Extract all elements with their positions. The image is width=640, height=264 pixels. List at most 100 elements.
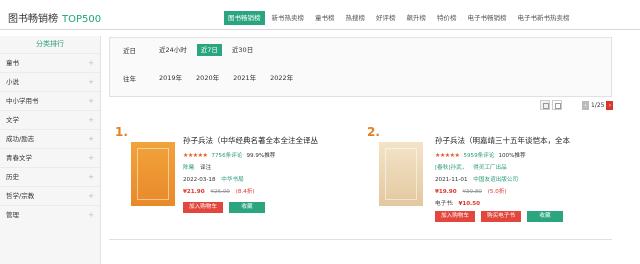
filter-2022[interactable]: 2022年 — [266, 72, 297, 84]
sidebar-item-label: 哲学/宗教 — [6, 192, 35, 200]
sidebar-item-children[interactable]: 童书 + — [0, 53, 100, 72]
review-count[interactable]: 7756条评论 — [211, 151, 242, 159]
discount: (8.4折) — [235, 189, 255, 195]
book-cover[interactable] — [131, 142, 175, 206]
author-link[interactable]: [春秋]孙武， — [435, 165, 467, 171]
ebook-label: 电子书: — [435, 201, 454, 207]
plus-icon: + — [88, 173, 94, 181]
sidebar-item-label: 童书 — [6, 59, 19, 67]
price: ¥19.90 — [435, 189, 457, 195]
tab-new-books[interactable]: 新书热卖榜 — [268, 11, 309, 25]
sidebar-item-label: 小说 — [6, 78, 19, 86]
rank-number: 1. — [115, 125, 128, 139]
sidebar-item-philosophy[interactable]: 哲学/宗教 + — [0, 186, 100, 205]
original-price: ¥39.80 — [462, 189, 482, 195]
add-to-cart-button[interactable]: 加入购物车 — [183, 202, 223, 213]
author-extra[interactable]: 得灵工厂出品 — [473, 165, 507, 171]
author-role: 译注 — [199, 165, 212, 171]
view-toggle — [540, 99, 564, 111]
sidebar-item-literature[interactable]: 文学 + — [0, 110, 100, 129]
publish-row: 2021-11-01 中国友谊出版公司 — [435, 175, 613, 183]
publisher-link[interactable]: 中华书局 — [221, 177, 243, 183]
book-info: 孙子兵法（中华经典名著全本全注全译丛 ★★★★★ 7756条评论 99.9%推荐… — [183, 136, 361, 213]
sidebar-item-label: 管理 — [6, 211, 19, 219]
publisher-link[interactable]: 中国友谊出版公司 — [473, 177, 518, 183]
sidebar-title: 分类排行 — [36, 40, 64, 48]
ranking-tabs: 图书畅销榜 新书热卖榜 童书榜 热搜榜 好评榜 飙升榜 特价榜 电子书畅销榜 电… — [224, 11, 574, 25]
discount: (5.0折) — [487, 189, 507, 195]
tab-children[interactable]: 童书榜 — [311, 11, 339, 25]
next-page-icon[interactable]: › — [606, 100, 614, 110]
plus-icon: + — [88, 116, 94, 124]
sidebar-item-school[interactable]: 中小学用书 + — [0, 91, 100, 110]
price-row: ¥19.90 ¥39.80 (5.0折) — [435, 187, 613, 195]
book-list: 1. 孙子兵法（中华经典名著全本全注全译丛 ★★★★★ 7756条评论 99.9… — [109, 118, 612, 240]
title-subtitle: TOP500 — [62, 14, 102, 25]
top-header: 图书畅销榜 TOP500 图书畅销榜 新书热卖榜 童书榜 热搜榜 好评榜 飙升榜 … — [0, 0, 640, 30]
tab-bestseller[interactable]: 图书畅销榜 — [224, 11, 265, 25]
sidebar-item-label: 文学 — [6, 116, 19, 124]
rating-row: ★★★★★ 7756条评论 99.9%推荐 — [183, 151, 361, 160]
sidebar-item-label: 青春文学 — [6, 154, 32, 162]
sidebar-item-history[interactable]: 历史 + — [0, 167, 100, 186]
page-indicator: 1/25 — [591, 101, 605, 109]
tab-special-price[interactable]: 特价榜 — [433, 11, 461, 25]
publish-date: 2021-11-01 — [435, 177, 468, 183]
list-item: 2. 孙子兵法（明嘉靖三十五年谈恺本，全本 ★★★★★ 5959条评论 100%… — [361, 118, 611, 236]
favorite-button[interactable]: 收藏 — [228, 202, 265, 213]
plus-icon: + — [88, 78, 94, 86]
price-row: ¥21.90 ¥26.00 (8.4折) — [183, 187, 361, 195]
action-row: 加入购物车 购买电子书 收藏 — [435, 211, 613, 222]
book-title[interactable]: 孙子兵法（中华经典名著全本全注全译丛 — [183, 136, 361, 146]
sidebar-item-label: 中小学用书 — [6, 97, 39, 105]
sidebar-item-youth[interactable]: 青春文学 + — [0, 148, 100, 167]
past-label: 往年 — [123, 75, 136, 83]
sidebar-item-management[interactable]: 管理 + — [0, 205, 100, 224]
tab-ebook-new[interactable]: 电子书新书热卖榜 — [514, 11, 574, 25]
plus-icon: + — [88, 154, 94, 162]
list-view-icon[interactable] — [552, 100, 562, 110]
ebook-price-row: 电子书: ¥10.50 — [435, 199, 613, 207]
book-cover[interactable] — [379, 142, 423, 206]
publish-row: 2022-03-18 中华书局 — [183, 175, 361, 183]
filter-2019[interactable]: 2019年 — [155, 72, 186, 84]
tab-ebook-bestseller[interactable]: 电子书畅销榜 — [464, 11, 511, 25]
book-title[interactable]: 孙子兵法（明嘉靖三十五年谈恺本，全本 — [435, 136, 613, 146]
title-text: 图书畅销榜 — [8, 14, 58, 25]
author-row: 陈曦 译注 — [183, 163, 361, 171]
plus-icon: + — [88, 192, 94, 200]
sidebar-item-label: 成功/励志 — [6, 135, 35, 143]
page-title: 图书畅销榜 TOP500 — [8, 10, 101, 25]
plus-icon: + — [88, 97, 94, 105]
filter-7d[interactable]: 近7日 — [196, 44, 222, 56]
rating-row: ★★★★★ 5959条评论 100%推荐 — [435, 151, 613, 160]
filter-2021[interactable]: 2021年 — [229, 72, 260, 84]
author-link[interactable]: 陈曦 — [183, 165, 194, 171]
sidebar-item-novel[interactable]: 小说 + — [0, 72, 100, 91]
recent-filter-row: 近日 近24小时 近7日 近30日 — [110, 43, 263, 57]
favorite-button[interactable]: 收藏 — [526, 211, 563, 222]
review-count[interactable]: 5959条评论 — [463, 151, 494, 159]
add-to-cart-button[interactable]: 加入购物车 — [435, 211, 475, 222]
tab-rising[interactable]: 飙升榜 — [403, 11, 431, 25]
star-rating-icon: ★★★★★ — [183, 151, 208, 159]
action-row: 加入购物车 收藏 — [183, 202, 361, 213]
prev-page-icon[interactable]: ‹ — [582, 100, 589, 110]
plus-icon: + — [88, 59, 94, 67]
original-price: ¥26.00 — [210, 189, 230, 195]
category-sidebar: 分类排行 童书 + 小说 + 中小学用书 + 文学 + 成功/励志 + 青春文学 + 历史 +… — [0, 36, 101, 264]
buy-ebook-button[interactable]: 购买电子书 — [480, 211, 521, 222]
rank-number: 2. — [367, 125, 380, 139]
filter-24h[interactable]: 近24小时 — [155, 44, 191, 56]
filter-30d[interactable]: 近30日 — [228, 44, 257, 56]
past-filter-row: 往年 2019年 2020年 2021年 2022年 — [110, 71, 303, 85]
tab-hot-search[interactable]: 热搜榜 — [342, 11, 370, 25]
tab-top-rated[interactable]: 好评榜 — [372, 11, 400, 25]
grid-view-icon[interactable] — [540, 100, 550, 110]
filter-2020[interactable]: 2020年 — [192, 72, 223, 84]
price: ¥21.90 — [183, 189, 205, 195]
list-item: 1. 孙子兵法（中华经典名著全本全注全译丛 ★★★★★ 7756条评论 99.9… — [109, 118, 359, 236]
author-row: [春秋]孙武， 得灵工厂出品 — [435, 163, 613, 171]
sidebar-item-label: 历史 — [6, 173, 19, 181]
sidebar-item-success[interactable]: 成功/励志 + — [0, 129, 100, 148]
